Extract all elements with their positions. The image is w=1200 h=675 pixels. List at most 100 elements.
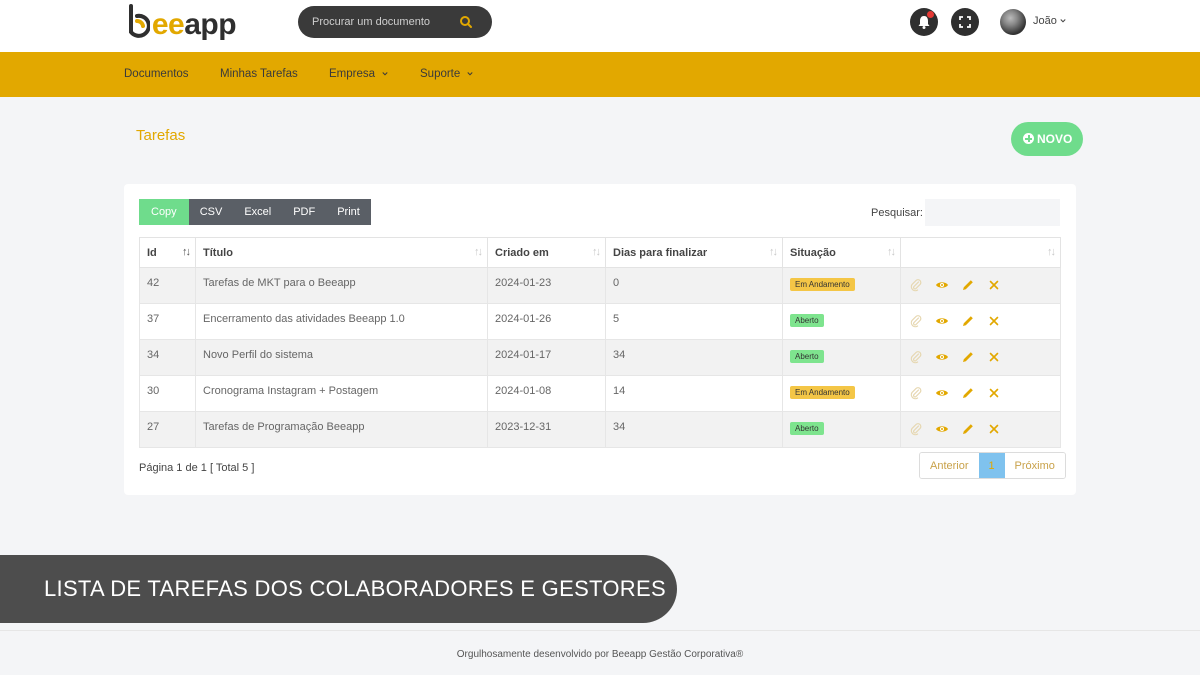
close-icon[interactable] [987,350,1001,364]
beeapp-logo[interactable]: beeapp [128,4,250,46]
pencil-icon[interactable] [961,314,975,328]
cell-actions [900,303,1061,340]
eye-icon[interactable] [935,422,949,436]
cell-id: 27 [139,411,196,448]
status-badge: Aberto [790,350,824,363]
copy-button[interactable]: Copy [139,199,189,225]
eye-icon[interactable] [935,350,949,364]
cell-days: 14 [605,375,783,412]
user-name: João [1033,15,1057,27]
user-menu[interactable]: João [1033,15,1066,27]
footer-divider [0,630,1200,631]
csv-button[interactable]: CSV [188,199,234,225]
column-header-days[interactable]: Dias para finalizar ↑↓ [605,237,783,268]
pencil-icon[interactable] [961,278,975,292]
column-label: Situação [790,246,836,259]
cell-created: 2024-01-08 [487,375,606,412]
paperclip-icon[interactable] [909,422,923,436]
cell-id: 34 [139,339,196,376]
status-badge: Aberto [790,314,824,327]
column-header-status[interactable]: Situação ↑↓ [782,237,901,268]
search-icon[interactable] [458,14,474,30]
cell-created: 2024-01-17 [487,339,606,376]
pagination-info: Página 1 de 1 [ Total 5 ] [139,462,255,474]
new-task-label: NOVO [1037,132,1073,146]
table-row[interactable]: 37 Encerramento das atividades Beeapp 1.0… [139,303,1061,340]
nav-item-label: Empresa [329,68,376,80]
user-avatar[interactable] [1000,9,1026,35]
nav-item-label: Minhas Tarefas [220,68,298,80]
paperclip-icon[interactable] [909,278,923,292]
column-label: Criado em [495,246,549,259]
notification-dot [927,11,934,18]
next-page-button[interactable]: Próximo [1004,453,1065,478]
pencil-icon[interactable] [961,386,975,400]
cell-created: 2024-01-23 [487,267,606,304]
print-button[interactable]: Print [326,199,371,225]
paperclip-icon[interactable] [909,386,923,400]
cell-actions [900,375,1061,412]
notifications-button[interactable] [910,8,938,36]
column-header-actions[interactable]: ↑↓ [900,237,1061,268]
cell-days: 34 [605,411,783,448]
cell-title: Cronograma Instagram + Postagem [195,375,488,412]
pencil-icon[interactable] [961,422,975,436]
pdf-button[interactable]: PDF [282,199,327,225]
excel-button[interactable]: Excel [233,199,283,225]
document-search [298,6,492,38]
previous-page-button[interactable]: Anterior [920,453,979,478]
close-icon[interactable] [987,314,1001,328]
cell-actions [900,339,1061,376]
nav-item-minhas-tarefas[interactable]: Minhas Tarefas [220,68,298,80]
eye-icon[interactable] [935,278,949,292]
close-icon[interactable] [987,278,1001,292]
table-search-label: Pesquisar: [871,207,923,219]
nav-item-label: Suporte [420,68,461,80]
column-header-title[interactable]: Título ↑↓ [195,237,488,268]
document-search-input[interactable] [312,14,462,30]
cell-title: Novo Perfil do sistema [195,339,488,376]
paperclip-icon[interactable] [909,314,923,328]
close-icon[interactable] [987,386,1001,400]
table-header-row: Id ↑↓ Título ↑↓ Criado em ↑↓ Dias para fina… [139,237,1061,268]
page-1-button[interactable]: 1 [978,453,1005,478]
eye-icon[interactable] [935,314,949,328]
nav-item-label: Documentos [124,68,189,80]
nav-item-documentos[interactable]: Documentos [124,68,189,80]
cell-status: Aberto [782,339,901,376]
table-search-input[interactable] [925,199,1060,226]
caption-text: LISTA DE TAREFAS DOS COLABORADORES E GES… [44,576,666,601]
cell-days: 34 [605,339,783,376]
fullscreen-icon [959,16,971,28]
cell-id: 30 [139,375,196,412]
close-icon[interactable] [987,422,1001,436]
tasks-table: Id ↑↓ Título ↑↓ Criado em ↑↓ Dias para fina… [139,237,1061,448]
column-label: Id [147,246,157,259]
pencil-icon[interactable] [961,350,975,364]
page-title: Tarefas [136,127,186,144]
nav-item-empresa[interactable]: Empresa [329,68,388,80]
top-header: beeapp João [0,0,1200,52]
caption-banner: LISTA DE TAREFAS DOS COLABORADORES E GES… [0,555,677,623]
cell-status: Aberto [782,303,901,340]
cell-days: 0 [605,267,783,304]
cell-created: 2023-12-31 [487,411,606,448]
new-task-button[interactable]: NOVO [1011,122,1083,156]
column-label: Título [203,246,233,259]
table-row[interactable]: 27 Tarefas de Programação Beeapp 2023-12-3… [139,411,1061,448]
table-row[interactable]: 34 Novo Perfil do sistema 2024-01-17 34 Aber… [139,339,1061,376]
eye-icon[interactable] [935,386,949,400]
fullscreen-button[interactable] [951,8,979,36]
column-header-created[interactable]: Criado em ↑↓ [487,237,606,268]
table-row[interactable]: 30 Cronograma Instagram + Postagem 2024-01… [139,375,1061,412]
nav-item-suporte[interactable]: Suporte [420,68,474,80]
sort-icon: ↑↓ [887,246,896,258]
column-header-id[interactable]: Id ↑↓ [139,237,196,268]
cell-status: Em Andamento [782,267,901,304]
status-badge: Em Andamento [790,278,855,291]
paperclip-icon[interactable] [909,350,923,364]
cell-actions [900,267,1061,304]
sort-icon: ↑↓ [182,246,191,258]
table-row[interactable]: 42 Tarefas de MKT para o Beeapp 2024-01-23… [139,267,1061,304]
chevron-down-icon [1060,19,1066,23]
